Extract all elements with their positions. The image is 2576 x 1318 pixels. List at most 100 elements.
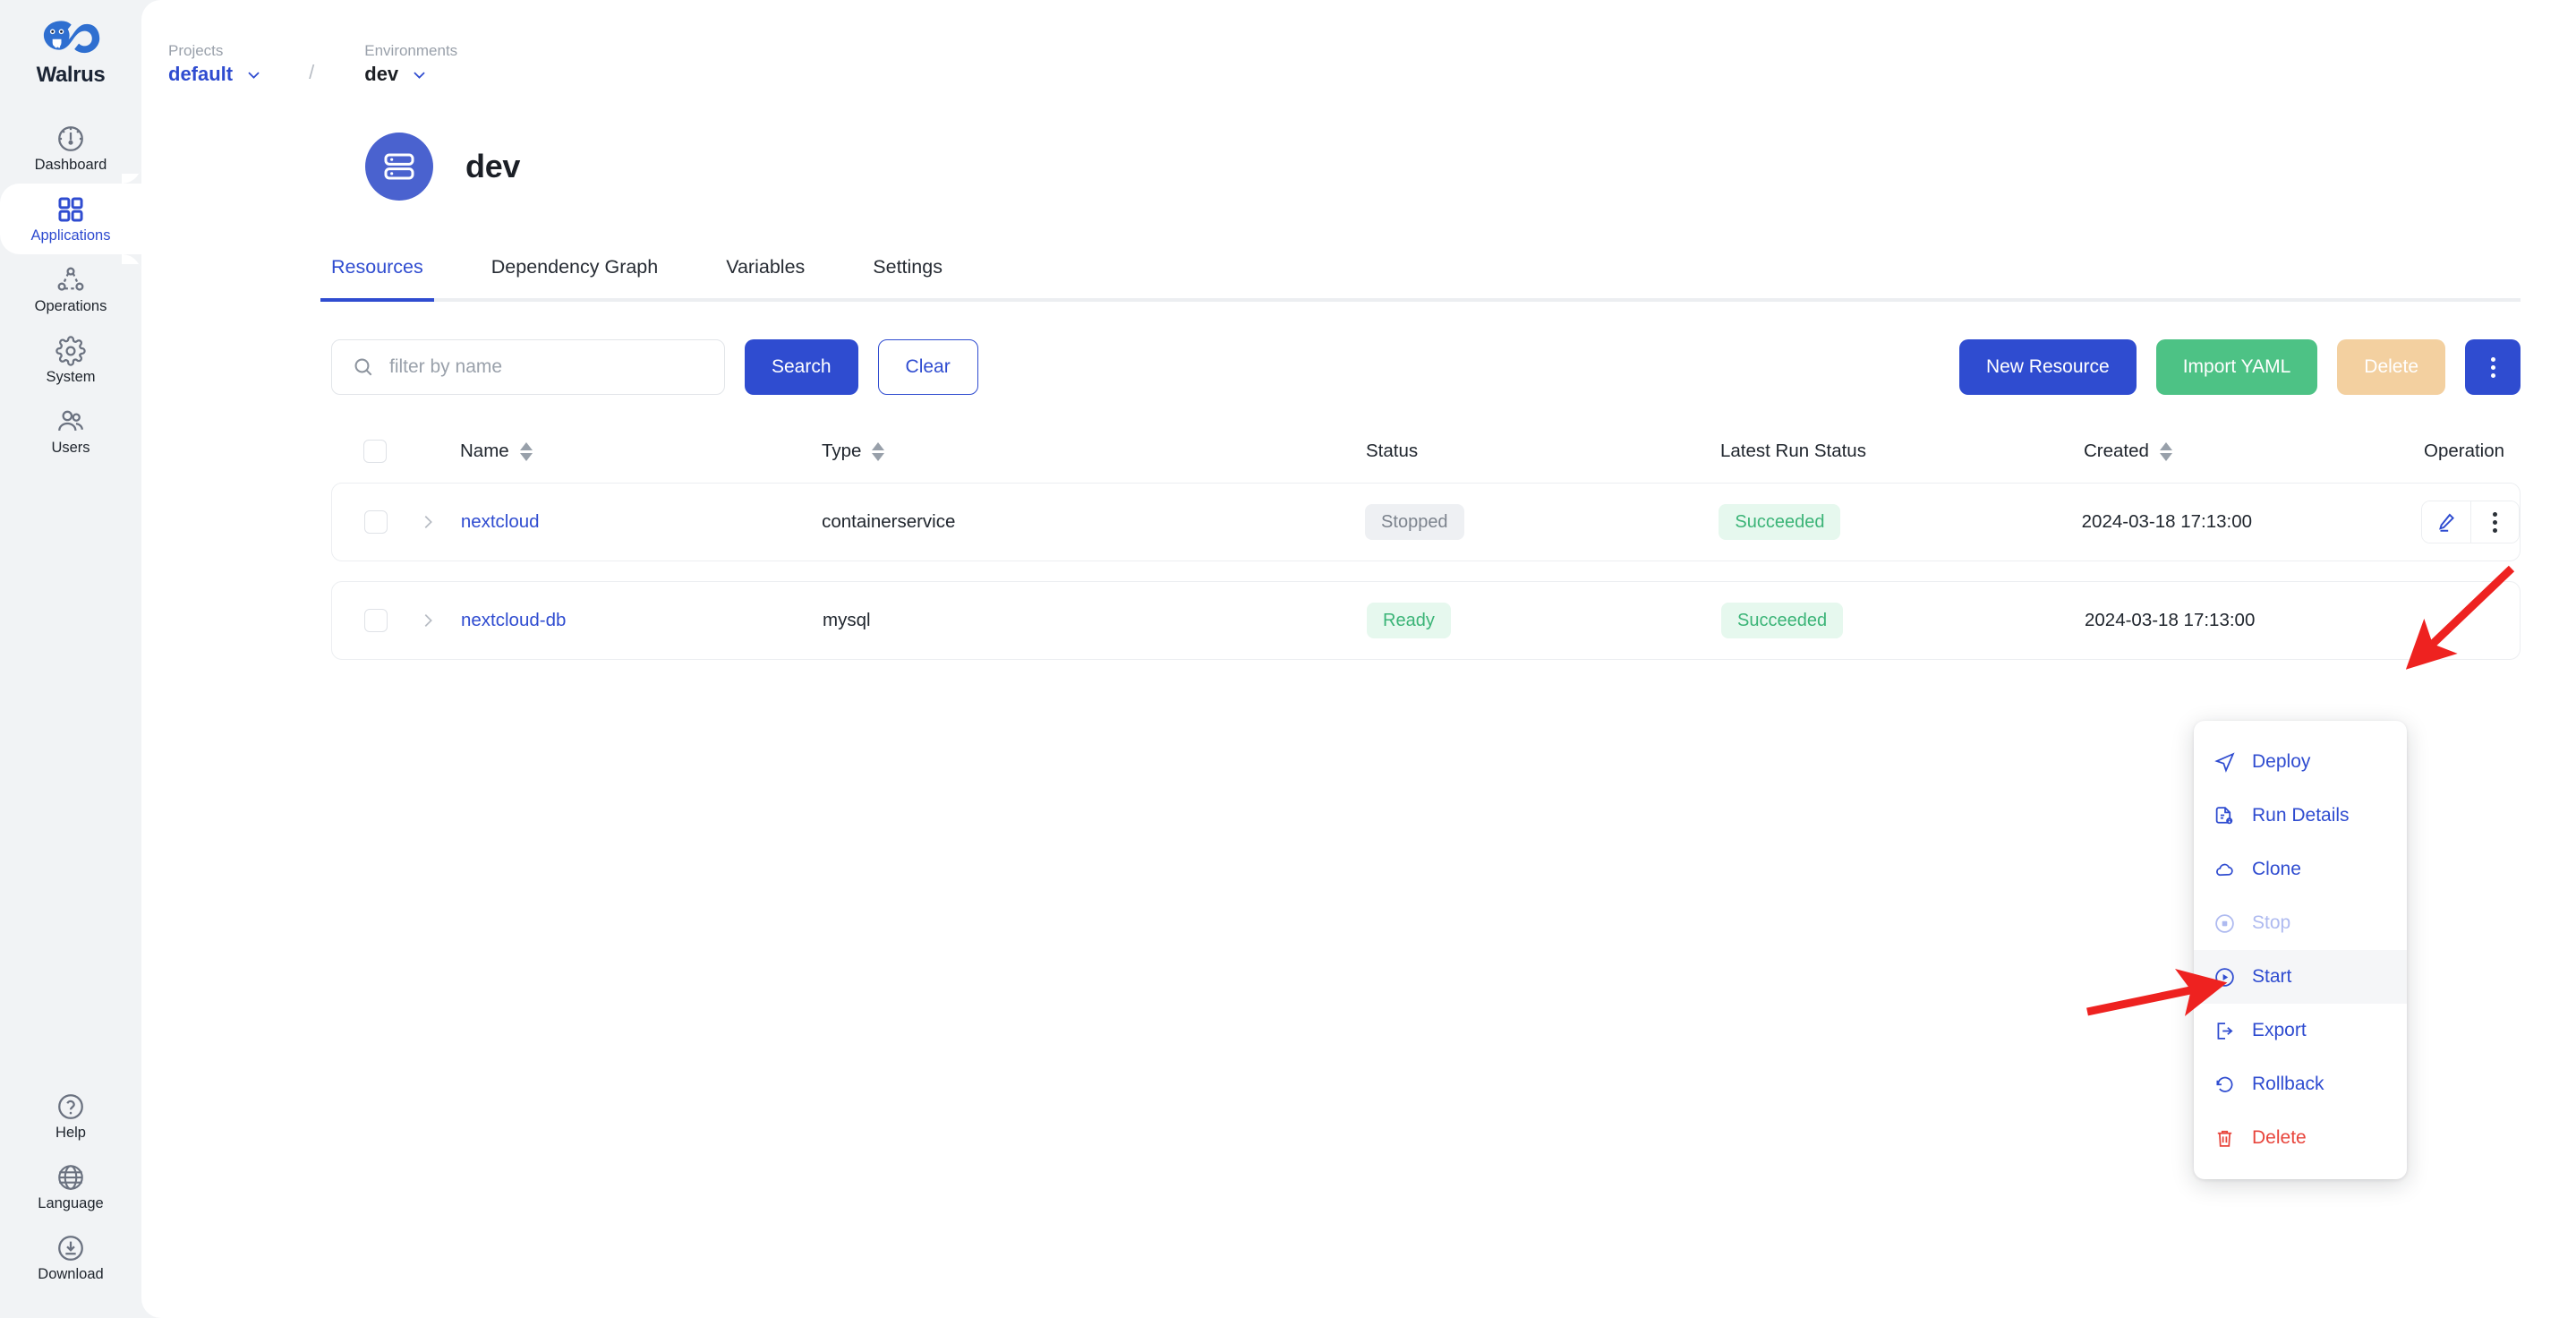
menu-item-start[interactable]: Start [2194, 950, 2407, 1004]
table-row[interactable]: nextcloud-db mysql Ready Succeeded 2024-… [331, 581, 2521, 660]
breadcrumb-environment: Environments dev [364, 39, 457, 86]
sidebar-item-label: System [46, 369, 96, 386]
stop-circle-icon [2215, 913, 2234, 933]
clear-button[interactable]: Clear [877, 339, 978, 395]
main-content: Projects default / Environments dev dev … [141, 0, 2576, 1318]
edit-resource-button[interactable] [2422, 501, 2470, 543]
sidebar-item-dashboard[interactable]: Dashboard [0, 113, 141, 184]
vertical-dots-icon [2490, 356, 2495, 378]
sidebar-item-download[interactable]: Download [0, 1222, 141, 1293]
row-name-cell: nextcloud-db [461, 610, 823, 631]
sidebar-item-label: Applications [30, 227, 111, 244]
sort-icon[interactable] [519, 441, 533, 461]
tab-resources[interactable]: Resources [320, 256, 434, 302]
project-selector[interactable]: default [168, 63, 262, 86]
row-created-cell: 2024-03-18 17:13:00 [2085, 610, 2256, 630]
delete-button[interactable]: Delete [2337, 339, 2445, 395]
breadcrumb: Projects default / Environments dev [141, 0, 2576, 86]
select-all-checkbox[interactable] [363, 440, 387, 463]
column-header-created[interactable]: Created [2084, 441, 2424, 462]
network-icon [57, 267, 84, 291]
gear-icon [55, 336, 86, 366]
row-expand-toggle[interactable] [418, 512, 461, 532]
sidebar-nav-bottom: Help Language Download [0, 1081, 141, 1293]
row-type-cell: mysql [823, 610, 871, 630]
sort-icon[interactable] [2159, 441, 2172, 461]
toolbar-right: New Resource Import YAML Delete [1958, 339, 2521, 395]
sidebar-item-operations[interactable]: Operations [0, 254, 141, 325]
environment-selector[interactable]: dev [364, 63, 457, 86]
search-box[interactable] [331, 339, 725, 395]
avatar [365, 133, 433, 201]
operation-dropdown-menu: Deploy Run Details Clone Stop Start Expo… [2194, 721, 2407, 1179]
chevron-down-icon [414, 72, 425, 79]
table-header: Name Type Status Latest Run Status Creat… [331, 420, 2521, 483]
breadcrumb-project-label: Projects [168, 41, 224, 59]
sidebar-item-users[interactable]: Users [0, 396, 141, 466]
menu-item-label: Deploy [2252, 751, 2311, 772]
menu-item-delete[interactable]: Delete [2194, 1111, 2407, 1165]
tab-dependency-graph[interactable]: Dependency Graph [491, 256, 658, 298]
grid-icon [58, 197, 83, 222]
tab-variables[interactable]: Variables [726, 256, 805, 298]
tabs: Resources Dependency Graph Variables Set… [320, 256, 2521, 302]
play-circle-icon [2215, 967, 2234, 987]
column-label: Type [822, 441, 862, 461]
menu-item-run-details[interactable]: Run Details [2194, 789, 2407, 843]
new-resource-button[interactable]: New Resource [1958, 339, 2137, 395]
globe-icon [58, 1165, 83, 1191]
menu-item-deploy[interactable]: Deploy [2194, 735, 2407, 789]
table-row[interactable]: nextcloud containerservice Stopped Succe… [331, 483, 2521, 561]
column-header-operation: Operation [2424, 441, 2505, 461]
sidebar-item-label: Dashboard [34, 157, 107, 174]
sidebar-item-applications[interactable]: Applications [0, 164, 141, 274]
resource-name-link[interactable]: nextcloud-db [461, 610, 566, 630]
rollback-icon [2216, 1076, 2233, 1092]
menu-item-rollback[interactable]: Rollback [2194, 1057, 2407, 1111]
row-name-cell: nextcloud [461, 511, 822, 533]
menu-item-clone[interactable]: Clone [2194, 843, 2407, 896]
row-expand-toggle[interactable] [418, 611, 461, 630]
row-operation-group [2421, 501, 2520, 543]
sidebar-item-language[interactable]: Language [0, 1151, 141, 1222]
run-status-badge: Succeeded [1719, 504, 1841, 540]
page-header: dev [141, 86, 2576, 201]
run-status-badge: Succeeded [1721, 603, 1844, 638]
menu-item-label: Run Details [2252, 805, 2350, 826]
column-header-name[interactable]: Name [460, 441, 822, 462]
resource-name-link[interactable]: nextcloud [461, 511, 540, 532]
search-input[interactable] [389, 356, 704, 378]
sidebar-item-system[interactable]: System [0, 325, 141, 396]
menu-item-start-row: Start [2194, 950, 2407, 1004]
brand[interactable]: Walrus [0, 16, 141, 88]
chevron-down-icon [248, 72, 260, 79]
column-header-type[interactable]: Type [822, 441, 1366, 462]
row-checkbox[interactable] [364, 510, 388, 534]
row-checkbox[interactable] [364, 609, 388, 632]
vertical-dots-icon [2493, 511, 2497, 533]
row-type-cell: containerservice [822, 511, 956, 532]
gauge-icon [58, 126, 83, 152]
chevron-right-icon [424, 515, 432, 529]
brand-name: Walrus [36, 63, 106, 87]
page-title: dev [465, 148, 521, 184]
search-button[interactable]: Search [745, 339, 858, 395]
server-icon [384, 153, 414, 180]
chevron-right-icon [424, 613, 432, 628]
resources-table: Name Type Status Latest Run Status Creat… [141, 420, 2576, 660]
import-yaml-button[interactable]: Import YAML [2155, 339, 2318, 395]
status-badge: Stopped [1365, 504, 1464, 540]
sort-icon[interactable] [872, 441, 885, 461]
menu-item-label: Clone [2252, 859, 2301, 879]
menu-item-label: Stop [2252, 912, 2291, 933]
more-actions-button[interactable] [2465, 339, 2521, 395]
row-latest-run-status-cell: Succeeded [1719, 504, 2081, 540]
tab-settings[interactable]: Settings [873, 256, 943, 298]
sidebar-item-help[interactable]: Help [0, 1081, 141, 1151]
breadcrumb-project: Projects default [168, 39, 262, 86]
walrus-logo-icon [43, 21, 100, 54]
pencil-icon [2439, 513, 2454, 532]
row-more-actions-button[interactable] [2470, 501, 2519, 543]
menu-item-stop: Stop [2194, 896, 2407, 950]
menu-item-export[interactable]: Export [2194, 1004, 2407, 1057]
